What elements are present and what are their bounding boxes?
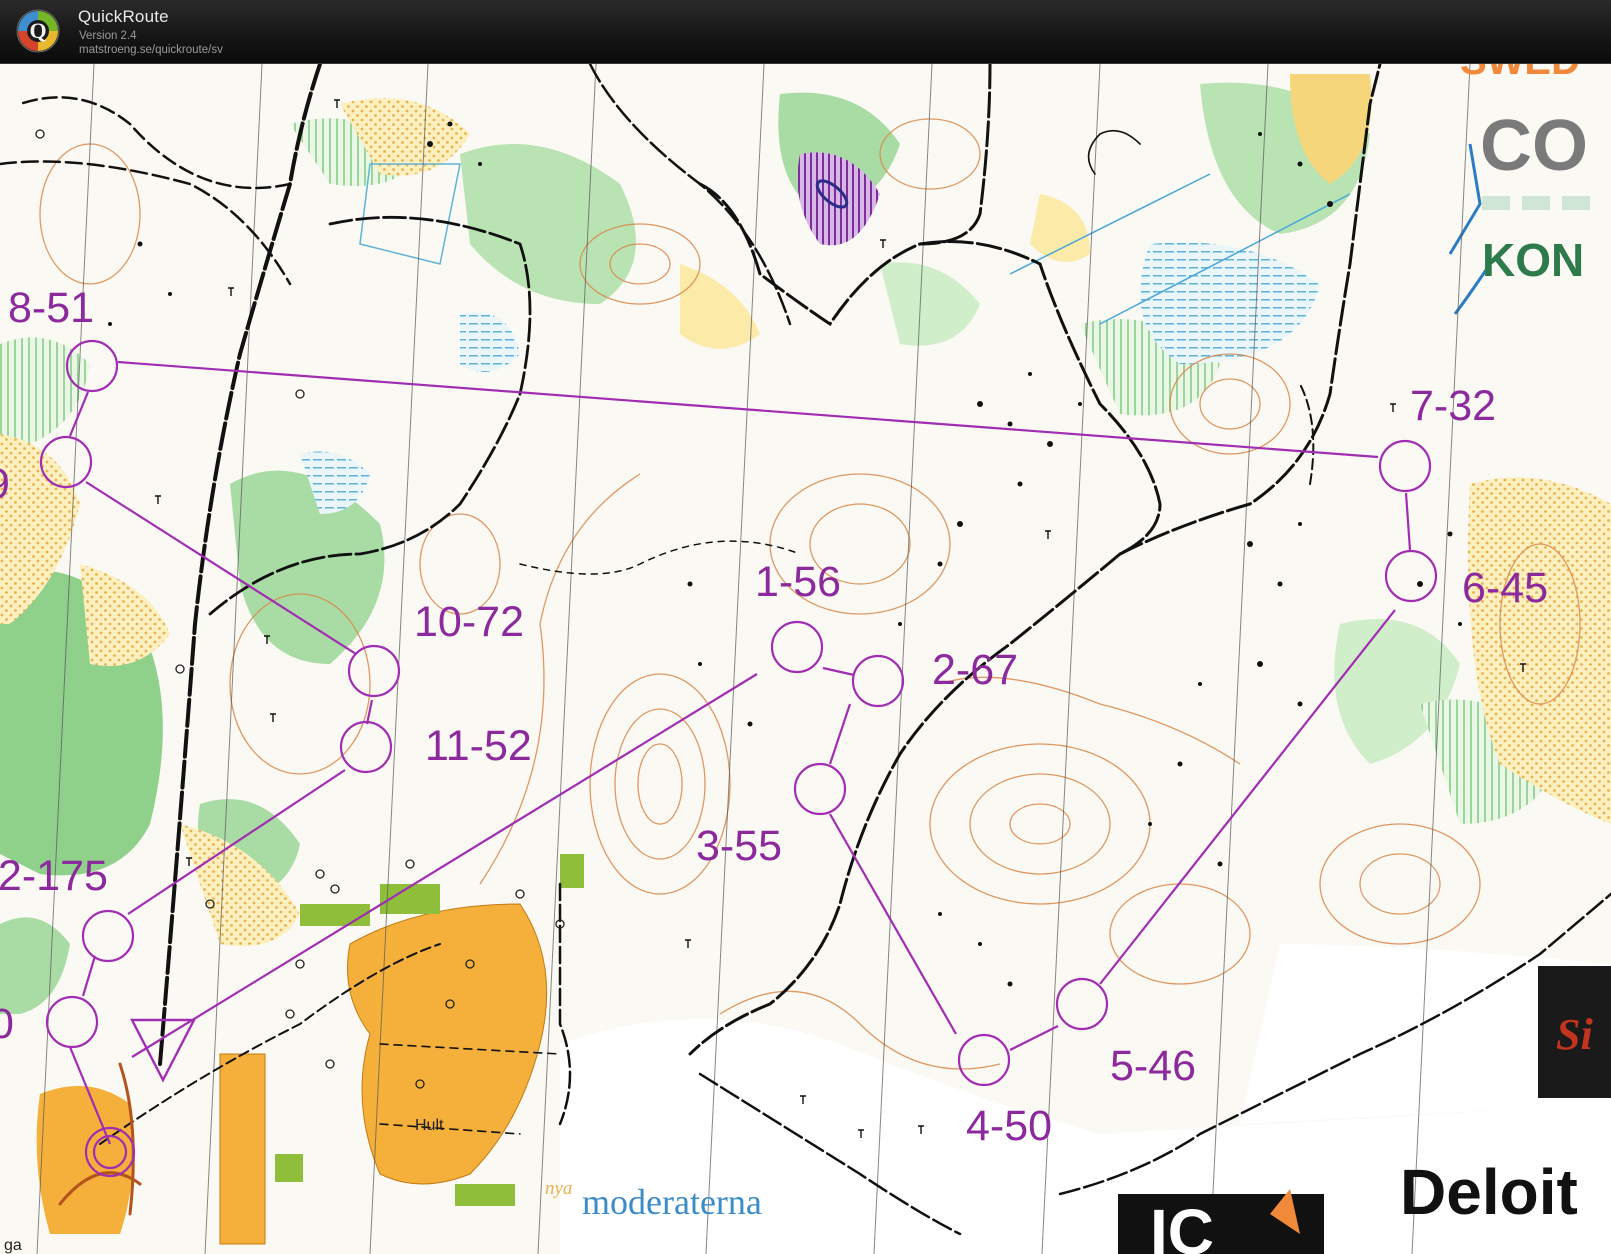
control-label-8: 8-51 (8, 284, 94, 332)
control-label-4: 4-50 (966, 1102, 1052, 1150)
control-label-13: 0 (0, 1000, 14, 1048)
terrain-layer (0, 64, 1611, 1254)
app-title: QuickRoute (78, 7, 169, 26)
control-label-11: 11-52 (425, 722, 532, 770)
sponsor-co-text: CO (1480, 106, 1588, 186)
sponsor-kon-text: KON (1482, 234, 1584, 286)
sponsor-si-text: Si (1556, 1010, 1593, 1059)
app-version: Version 2.4 (79, 30, 137, 42)
quickroute-logo-icon: Q (16, 9, 60, 53)
map-viewport[interactable]: SWED CO KON Si Deloit IC nya moderaterna… (0, 64, 1611, 1254)
place-label-hult: Hult (415, 1117, 444, 1134)
sponsor-swed-text: SWED (1460, 64, 1580, 83)
control-label-2: 2-67 (932, 646, 1018, 694)
control-label-3: 3-55 (696, 822, 782, 870)
control-label-1: 1-56 (755, 558, 841, 606)
control-label-5: 5-46 (1110, 1042, 1196, 1090)
orienteering-map[interactable]: SWED CO KON Si Deloit IC nya moderaterna… (0, 64, 1611, 1254)
logo-letter: Q (29, 18, 46, 43)
app-url: matstroeng.se/quickroute/sv (79, 44, 223, 56)
sponsor-nya-text: nya (545, 1178, 572, 1199)
place-label-corner: ga (4, 1237, 22, 1254)
control-label-12: 12-175 (0, 852, 108, 900)
sponsor-deloitte-text: Deloit (1400, 1156, 1578, 1228)
title-bar: Q QuickRoute Version 2.4 matstroeng.se/q… (0, 0, 1611, 64)
sponsor-moderaterna-text: moderaterna (582, 1182, 762, 1222)
control-label-9: 9 (0, 460, 10, 508)
quickroute-window: Q QuickRoute Version 2.4 matstroeng.se/q… (0, 0, 1611, 1254)
control-label-6: 6-45 (1462, 564, 1548, 612)
control-label-7: 7-32 (1410, 382, 1496, 430)
control-label-10: 10-72 (414, 598, 524, 646)
sponsor-ic-text: IC (1150, 1196, 1214, 1254)
